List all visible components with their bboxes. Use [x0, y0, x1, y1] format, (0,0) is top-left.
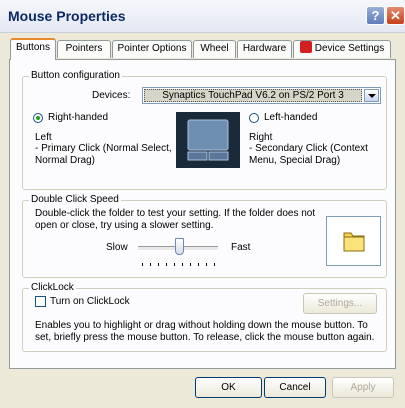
slider-tick: [142, 263, 143, 266]
folder-icon: [343, 232, 365, 252]
clicklock-settings-button[interactable]: Settings...: [303, 293, 377, 314]
synaptics-icon: [299, 41, 312, 53]
slider-tick: [182, 263, 183, 266]
tab-label: Pointers: [65, 43, 103, 54]
devices-select[interactable]: Synaptics TouchPad V6.2 on PS/2 Port 3: [142, 87, 381, 104]
tab-label: Pointer Options: [117, 43, 187, 54]
tab-pointers[interactable]: Pointers: [57, 40, 111, 58]
right-handed-label[interactable]: Right-handed: [48, 112, 108, 124]
close-icon: ✕: [390, 8, 401, 23]
cancel-button[interactable]: Cancel: [264, 377, 326, 398]
right-handed-radio[interactable]: [33, 113, 43, 123]
ok-button[interactable]: OK: [195, 377, 262, 398]
clicklock-checkbox-label[interactable]: Turn on ClickLock: [50, 296, 130, 308]
apply-button[interactable]: Apply: [332, 377, 394, 398]
left-handed-label[interactable]: Left-handed: [264, 112, 317, 124]
double-click-description: Double-click the folder to test your set…: [35, 208, 316, 231]
slider-tick: [190, 263, 191, 266]
slider-tick: [150, 263, 151, 266]
slider-tick: [166, 263, 167, 266]
right-button-description: - Secondary Click (Context Menu, Special…: [249, 143, 368, 166]
slider-tick: [214, 263, 215, 266]
slow-label: Slow: [106, 242, 128, 253]
slider-tick: [198, 263, 199, 266]
devices-select-value: Synaptics TouchPad V6.2 on PS/2 Port 3: [144, 89, 362, 102]
tab-label: Hardware: [242, 43, 287, 54]
tab-label: Device Settings: [314, 43, 385, 54]
slider-tick: [158, 263, 159, 266]
clicklock-checkbox[interactable]: [35, 296, 46, 307]
devices-label: Devices:: [92, 90, 131, 101]
tab-hardware[interactable]: Hardware: [237, 40, 292, 58]
test-folder-box[interactable]: [326, 216, 381, 266]
clicklock-description: Enables you to highlight or drag without…: [35, 320, 375, 343]
slider-thumb[interactable]: [175, 238, 184, 255]
tab-label: Buttons: [16, 42, 50, 53]
title-bar: Mouse Properties ? ✕: [0, 0, 405, 33]
touchpad-image: [176, 112, 240, 168]
help-button[interactable]: ?: [366, 6, 385, 25]
slider-tick: [174, 263, 175, 266]
group-legend: Double Click Speed: [29, 194, 121, 205]
group-legend: ClickLock: [29, 282, 76, 293]
fast-label: Fast: [231, 242, 251, 253]
tab-buttons[interactable]: Buttons: [10, 38, 56, 60]
left-handed-radio[interactable]: [249, 113, 259, 123]
tab-pointer-options[interactable]: Pointer Options: [112, 40, 192, 58]
window-title: Mouse Properties: [8, 8, 126, 24]
left-button-description: - Primary Click (Normal Select, Normal D…: [35, 143, 172, 166]
help-icon: ?: [371, 8, 380, 23]
tab-wheel[interactable]: Wheel: [193, 40, 236, 58]
slider-tick: [206, 263, 207, 266]
tab-device-settings[interactable]: Device Settings: [293, 40, 391, 58]
chevron-down-icon[interactable]: [364, 89, 379, 102]
group-legend: Button configuration: [29, 70, 122, 81]
mouse-properties-window: Mouse Properties ? ✕ Buttons Pointers Po…: [0, 0, 405, 408]
tab-label: Wheel: [200, 43, 229, 54]
close-button[interactable]: ✕: [386, 6, 405, 25]
